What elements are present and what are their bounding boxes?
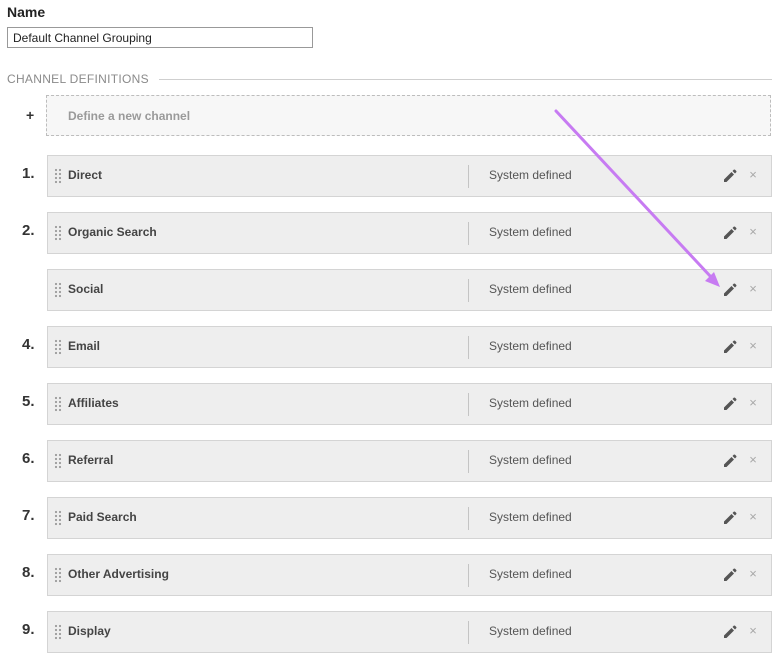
channel-row: 4. Email System defined × xyxy=(0,326,781,383)
row-number: 2. xyxy=(22,222,35,239)
close-icon[interactable]: × xyxy=(747,224,759,240)
channel-type: System defined xyxy=(489,282,572,296)
channel-row-box[interactable]: Display System defined × xyxy=(47,611,772,653)
channel-name: Email xyxy=(68,339,101,353)
column-divider xyxy=(468,336,469,359)
channel-row: 1. Direct System defined × xyxy=(0,155,781,212)
channel-row: 6. Referral System defined × xyxy=(0,440,781,497)
close-icon[interactable]: × xyxy=(747,167,759,183)
drag-handle-icon[interactable] xyxy=(54,282,62,298)
channel-type: System defined xyxy=(489,168,572,182)
drag-handle-icon[interactable] xyxy=(54,567,62,583)
channel-row: Social System defined × xyxy=(0,269,781,326)
drag-handle-icon[interactable] xyxy=(54,339,62,355)
channel-type: System defined xyxy=(489,339,572,353)
close-icon[interactable]: × xyxy=(747,338,759,354)
drag-handle-icon[interactable] xyxy=(54,624,62,640)
row-number: 4. xyxy=(22,336,35,353)
define-new-channel-button[interactable]: Define a new channel xyxy=(46,95,771,136)
column-divider xyxy=(468,393,469,416)
column-divider xyxy=(468,450,469,473)
close-icon[interactable]: × xyxy=(747,566,759,582)
close-icon[interactable]: × xyxy=(747,281,759,297)
column-divider xyxy=(468,165,469,188)
drag-handle-icon[interactable] xyxy=(54,453,62,469)
plus-icon: + xyxy=(26,107,35,123)
channel-row-box[interactable]: Affiliates System defined × xyxy=(47,383,772,425)
channel-type: System defined xyxy=(489,225,572,239)
pencil-icon[interactable] xyxy=(722,567,738,583)
channel-row-box[interactable]: Paid Search System defined × xyxy=(47,497,772,539)
channel-name: Other Advertising xyxy=(68,567,169,581)
channel-name: Social xyxy=(68,282,104,296)
channel-list: 1. Direct System defined × 2. Organic Se… xyxy=(0,155,781,668)
pencil-icon[interactable] xyxy=(722,453,738,469)
column-divider xyxy=(468,222,469,245)
column-divider xyxy=(468,507,469,530)
channel-row: 5. Affiliates System defined × xyxy=(0,383,781,440)
name-label: Name xyxy=(7,4,46,20)
close-icon[interactable]: × xyxy=(747,623,759,639)
channel-name: Paid Search xyxy=(68,510,137,524)
section-title: CHANNEL DEFINITIONS xyxy=(7,72,149,86)
channel-name: Direct xyxy=(68,168,103,182)
channel-row: 7. Paid Search System defined × xyxy=(0,497,781,554)
drag-handle-icon[interactable] xyxy=(54,396,62,412)
pencil-icon[interactable] xyxy=(722,168,738,184)
channel-row: 2. Organic Search System defined × xyxy=(0,212,781,269)
pencil-icon[interactable] xyxy=(722,624,738,640)
channel-name: Affiliates xyxy=(68,396,119,410)
channel-name: Organic Search xyxy=(68,225,157,239)
pencil-icon[interactable] xyxy=(722,282,738,298)
row-number: 7. xyxy=(22,507,35,524)
channel-type: System defined xyxy=(489,624,572,638)
pencil-icon[interactable] xyxy=(722,510,738,526)
row-number: 1. xyxy=(22,165,35,182)
pencil-icon[interactable] xyxy=(722,339,738,355)
drag-handle-icon[interactable] xyxy=(54,510,62,526)
channel-type: System defined xyxy=(489,453,572,467)
channel-type: System defined xyxy=(489,396,572,410)
channel-row-box[interactable]: Organic Search System defined × xyxy=(47,212,772,254)
define-new-channel-label: Define a new channel xyxy=(68,108,191,123)
channel-definitions-header: CHANNEL DEFINITIONS xyxy=(7,71,772,87)
drag-handle-icon[interactable] xyxy=(54,225,62,241)
row-number: 8. xyxy=(22,564,35,581)
row-number: 5. xyxy=(22,393,35,410)
close-icon[interactable]: × xyxy=(747,452,759,468)
column-divider xyxy=(468,564,469,587)
pencil-icon[interactable] xyxy=(722,225,738,241)
column-divider xyxy=(468,279,469,302)
column-divider xyxy=(468,621,469,644)
channel-row-box[interactable]: Referral System defined × xyxy=(47,440,772,482)
row-number: 6. xyxy=(22,450,35,467)
channel-row-box[interactable]: Direct System defined × xyxy=(47,155,772,197)
row-number: 9. xyxy=(22,621,35,638)
channel-row: 9. Display System defined × xyxy=(0,611,781,668)
channel-grouping-name-input[interactable] xyxy=(7,27,313,48)
channel-type: System defined xyxy=(489,567,572,581)
channel-row-box[interactable]: Email System defined × xyxy=(47,326,772,368)
pencil-icon[interactable] xyxy=(722,396,738,412)
channel-name: Display xyxy=(68,624,111,638)
close-icon[interactable]: × xyxy=(747,395,759,411)
channel-type: System defined xyxy=(489,510,572,524)
channel-row-box[interactable]: Social System defined × xyxy=(47,269,772,311)
channel-row-box[interactable]: Other Advertising System defined × xyxy=(47,554,772,596)
close-icon[interactable]: × xyxy=(747,509,759,525)
channel-row: 8. Other Advertising System defined × xyxy=(0,554,781,611)
section-divider xyxy=(158,78,772,80)
drag-handle-icon[interactable] xyxy=(54,168,62,184)
channel-name: Referral xyxy=(68,453,114,467)
